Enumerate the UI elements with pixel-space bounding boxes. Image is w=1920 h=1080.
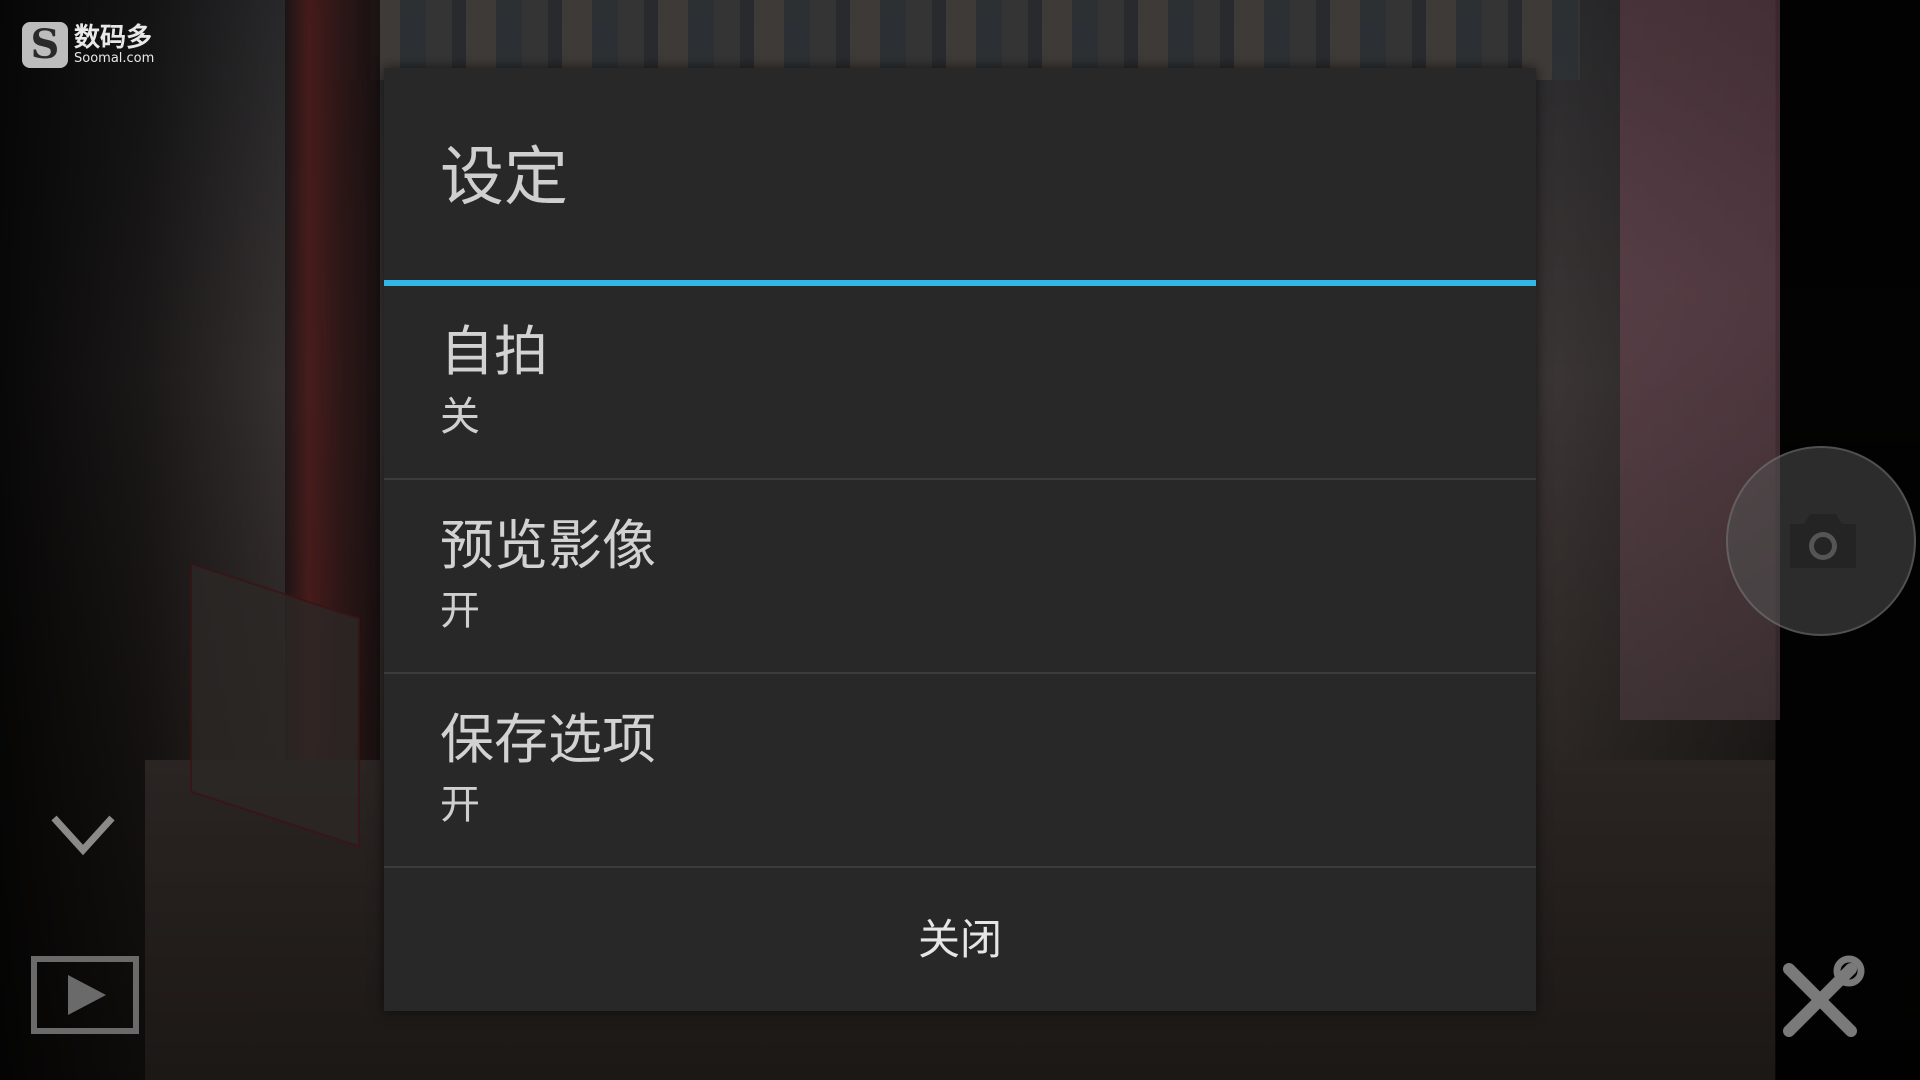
setting-value: 开 [440,782,480,828]
tools-icon[interactable] [1775,955,1865,1045]
setting-preview-image[interactable]: 预览影像 开 [384,480,1536,674]
watermark-mark: S [22,22,68,68]
close-button[interactable]: 关闭 [384,868,1536,1011]
play-icon[interactable] [30,955,140,1035]
camera-icon [1790,514,1856,568]
dialog-title: 设定 [440,141,568,215]
setting-label: 保存选项 [440,708,656,771]
watermark-logo: S 数码多 Soomal.com [22,22,154,68]
setting-value: 开 [440,588,480,634]
background-pink-object [1620,0,1780,720]
watermark-brand-en: Soomal.com [74,51,155,66]
setting-self-timer[interactable]: 自拍 关 [384,286,1536,480]
setting-label: 自拍 [440,320,548,383]
setting-value: 关 [440,394,480,440]
settings-dialog: 设定 自拍 关 预览影像 开 保存选项 开 关闭 [384,68,1536,1011]
shutter-button[interactable] [1726,446,1916,636]
setting-save-options[interactable]: 保存选项 开 [384,674,1536,868]
setting-label: 预览影像 [440,514,656,577]
chevron-down-icon[interactable] [50,812,116,858]
watermark-brand-cn: 数码多 [74,23,153,53]
